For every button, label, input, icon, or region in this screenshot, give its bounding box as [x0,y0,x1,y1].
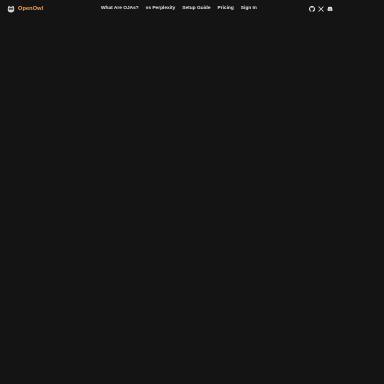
nav-link-vs-perplexity[interactable]: vs Perplexity [146,4,176,14]
github-link[interactable] [309,6,315,12]
brand-name: OpenOwl [18,6,44,12]
nav-link-sign-in[interactable]: Sign In [241,4,257,14]
github-icon [309,6,315,12]
x-link[interactable] [318,6,324,12]
page: OpenOwl What Are OJAs? vs Perplexity Set… [0,0,384,384]
discord-icon [327,6,333,12]
discord-link[interactable] [327,6,333,12]
brand-home-link[interactable]: OpenOwl [7,4,43,14]
nav-link-setup-guide[interactable]: Setup Guide [182,4,210,14]
social-links [309,4,333,14]
x-icon [318,6,324,12]
top-navigation-bar: OpenOwl What Are OJAs? vs Perplexity Set… [0,0,384,18]
nav-link-what-are-ojas[interactable]: What Are OJAs? [101,4,139,14]
main-nav: What Are OJAs? vs Perplexity Setup Guide… [101,4,257,14]
main-content [0,18,384,384]
nav-link-pricing[interactable]: Pricing [218,4,234,14]
owl-logo-icon [7,5,15,13]
